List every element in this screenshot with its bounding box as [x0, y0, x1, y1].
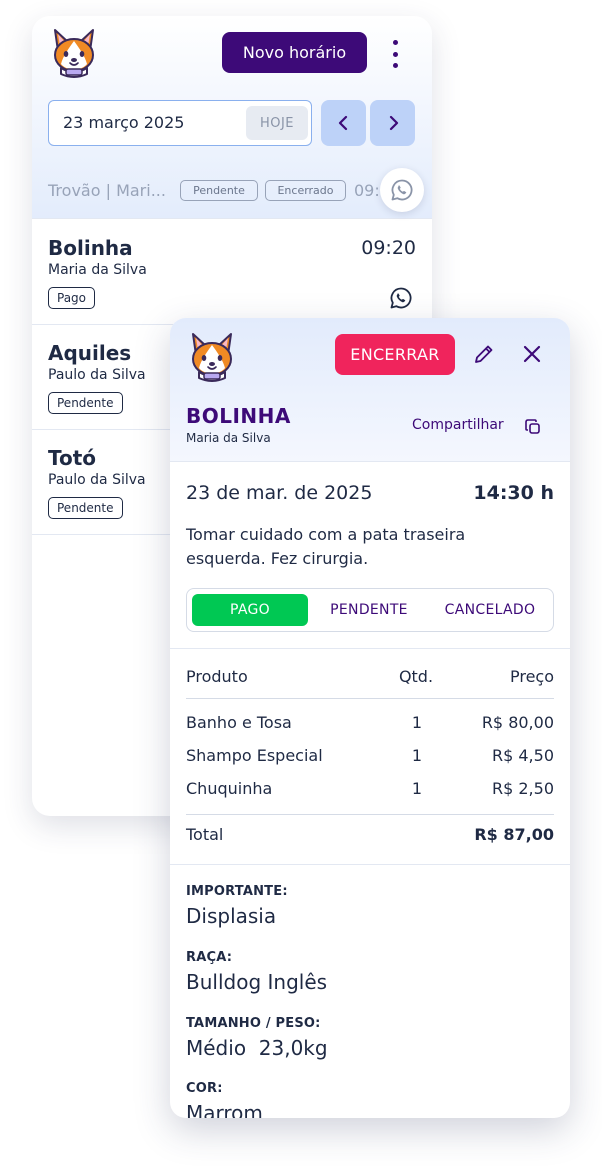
- divider: [170, 648, 570, 649]
- whatsapp-filter-button[interactable]: [380, 168, 424, 212]
- product-quantity: 1: [411, 779, 423, 798]
- status-selector: PAGO PENDENTE CANCELADO: [186, 588, 554, 632]
- share-button[interactable]: Compartilhar: [412, 417, 504, 433]
- appointment-note: Tomar cuidado com a pata traseira esquer…: [186, 525, 466, 568]
- agenda-header: Novo horário 23 março 2025 HOJE Trovão |…: [32, 16, 432, 219]
- corgi-logo-icon: [184, 328, 240, 384]
- product-name: Chuquinha: [186, 779, 273, 798]
- column-header-product: Produto: [186, 667, 248, 686]
- appointment-date: 23 de mar. de 2025: [186, 482, 373, 504]
- edit-button[interactable]: [470, 340, 498, 368]
- pencil-icon: [475, 345, 493, 363]
- product-quantity: 1: [411, 713, 423, 732]
- appointment-status-badge: Pendente: [48, 497, 123, 519]
- column-header-quantity: Qtd.: [398, 667, 434, 686]
- filter-tag-encerrado[interactable]: Encerrado: [265, 180, 346, 201]
- next-day-button[interactable]: [370, 100, 415, 146]
- status-option-pago[interactable]: PAGO: [192, 594, 308, 626]
- corgi-logo-icon: [46, 24, 102, 80]
- info-value-cor: Marrom: [186, 1101, 263, 1118]
- divider: [186, 698, 554, 699]
- info-value-importante: Displasia: [186, 904, 277, 928]
- new-appointment-button[interactable]: Novo horário: [222, 32, 367, 73]
- filter-search-text[interactable]: Trovão | Mari...: [48, 181, 166, 200]
- kebab-menu-icon[interactable]: [384, 40, 406, 68]
- appointment-time: 09:20: [361, 237, 416, 259]
- divider: [170, 864, 570, 865]
- total-label: Total: [186, 825, 224, 844]
- info-label-raca: RAÇA:: [186, 950, 233, 965]
- info-label-tamanho-peso: TAMANHO / PESO:: [186, 1016, 321, 1031]
- info-label-cor: COR:: [186, 1081, 223, 1096]
- pet-name-title: BOLINHA: [186, 404, 291, 428]
- product-name: Banho e Tosa: [186, 713, 292, 732]
- today-button[interactable]: HOJE: [246, 106, 308, 140]
- detail-header: ENCERRAR BOLINHA Maria da Silva Comparti…: [170, 318, 570, 462]
- appointment-pet-name: Aquiles: [48, 341, 132, 365]
- chevron-left-icon: [338, 115, 347, 131]
- status-option-pendente[interactable]: PENDENTE: [313, 594, 425, 626]
- divider: [186, 814, 554, 815]
- product-quantity: 1: [411, 746, 423, 765]
- column-header-price: Preço: [509, 667, 554, 686]
- close-icon: [523, 345, 541, 363]
- filter-tag-pendente[interactable]: Pendente: [180, 180, 258, 201]
- appointment-owner: Maria da Silva: [48, 262, 147, 278]
- info-value-raca: Bulldog Inglês: [186, 970, 328, 994]
- pet-owner: Maria da Silva: [186, 431, 271, 445]
- appointment-pet-name: Totó: [48, 446, 97, 470]
- appointment-time: 14:30 h: [473, 482, 554, 504]
- product-price: R$ 4,50: [491, 746, 554, 765]
- info-value-tamanho-peso: Médio 23,0kg: [186, 1036, 328, 1060]
- status-option-cancelado[interactable]: CANCELADO: [431, 594, 549, 626]
- previous-day-button[interactable]: [321, 100, 366, 146]
- product-price: R$ 80,00: [481, 713, 554, 732]
- appointment-detail-panel: ENCERRAR BOLINHA Maria da Silva Comparti…: [170, 318, 570, 1118]
- appointment-owner: Paulo da Silva: [48, 472, 146, 488]
- appointment-pet-name: Bolinha: [48, 236, 133, 260]
- copy-icon[interactable]: [524, 418, 542, 436]
- close-detail-button[interactable]: [518, 340, 546, 368]
- date-picker[interactable]: 23 março 2025 HOJE: [48, 100, 312, 146]
- product-name: Shampo Especial: [186, 746, 323, 765]
- appointment-item[interactable]: Bolinha Maria da Silva Pago 09:20: [32, 220, 432, 325]
- date-value: 23 março 2025: [63, 113, 185, 132]
- whatsapp-icon: [390, 178, 414, 202]
- close-appointment-button[interactable]: ENCERRAR: [335, 334, 455, 375]
- info-label-importante: IMPORTANTE:: [186, 884, 288, 899]
- whatsapp-icon[interactable]: [389, 286, 413, 310]
- appointment-status-badge: Pendente: [48, 392, 123, 414]
- appointment-owner: Paulo da Silva: [48, 367, 146, 383]
- chevron-right-icon: [389, 115, 398, 131]
- product-price: R$ 2,50: [491, 779, 554, 798]
- filter-time: 09:: [354, 181, 380, 200]
- filter-row: Trovão | Mari... Pendente Encerrado 09:: [48, 168, 432, 212]
- total-value: R$ 87,00: [474, 825, 554, 844]
- appointment-status-badge: Pago: [48, 287, 96, 309]
